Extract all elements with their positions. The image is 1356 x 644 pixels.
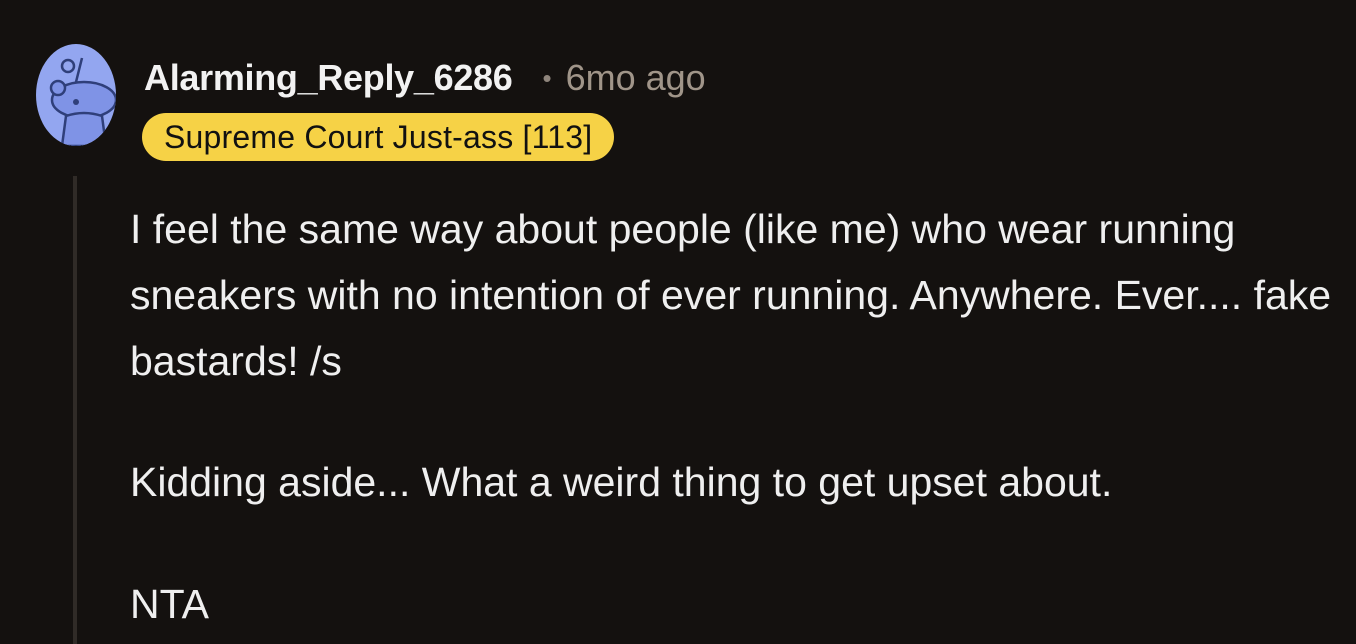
thread-collapse-line[interactable] bbox=[73, 176, 77, 644]
meta-separator: • bbox=[542, 62, 552, 93]
comment-timestamp[interactable]: 6mo ago bbox=[566, 57, 706, 99]
snoo-avatar-icon bbox=[49, 57, 116, 146]
comment-paragraph: NTA bbox=[130, 581, 209, 627]
author-username[interactable]: Alarming_Reply_6286 bbox=[144, 57, 513, 99]
user-avatar[interactable] bbox=[36, 44, 116, 146]
comment-paragraph: I feel the same way about people (like m… bbox=[130, 206, 1332, 384]
comment-paragraph: Kidding aside... What a weird thing to g… bbox=[130, 459, 1113, 505]
comment: Alarming_Reply_6286 • 6mo ago Supreme Co… bbox=[0, 0, 1356, 644]
comment-header: Alarming_Reply_6286 • 6mo ago bbox=[144, 56, 706, 100]
user-flair-badge: Supreme Court Just-ass [113] bbox=[142, 113, 615, 161]
